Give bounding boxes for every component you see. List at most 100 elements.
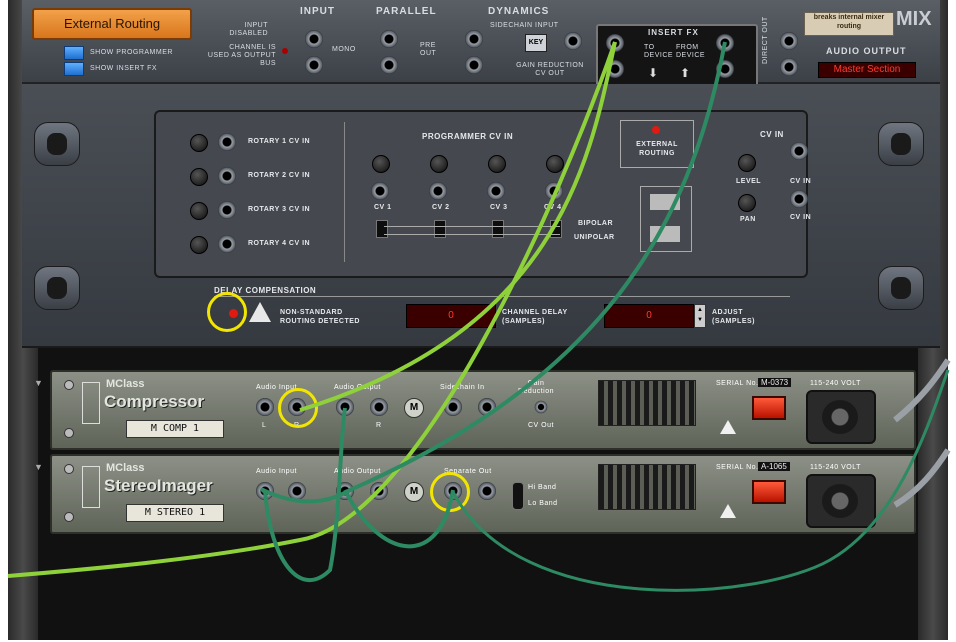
gain-reduction-cv-jack[interactable] — [564, 32, 582, 50]
cv-1-knob[interactable] — [372, 155, 390, 173]
device-title: StereoImager — [104, 476, 213, 495]
cv-2-label: CV 2 — [432, 204, 450, 211]
cv-4-jack[interactable] — [545, 182, 563, 200]
insert-from-device-l-jack[interactable] — [716, 34, 734, 52]
audio-output-r-jack[interactable] — [370, 398, 388, 416]
sidechain-in-label: Sidechain In — [440, 384, 485, 391]
adjust-spinner[interactable]: ▲ ▼ — [694, 304, 706, 328]
cv-4-knob[interactable] — [546, 155, 564, 173]
rack-handle — [878, 266, 924, 310]
vent-grille — [598, 464, 696, 510]
rotary-4-knob[interactable] — [190, 236, 208, 254]
audio-output-r-jack[interactable] — [370, 482, 388, 500]
device-icon — [82, 466, 100, 508]
direct-out-r-jack[interactable] — [780, 58, 798, 76]
pan-cv-label: CV IN — [790, 214, 812, 221]
cv-4-polarity-switch[interactable] — [550, 220, 562, 238]
cv-3-knob[interactable] — [488, 155, 506, 173]
input-header: INPUT — [300, 6, 335, 17]
vent-grille — [598, 380, 696, 426]
screw — [64, 512, 74, 522]
pan-knob[interactable] — [738, 194, 756, 212]
gain-reduction-label: Gain Reduction — [517, 380, 555, 395]
rotary-1-cv-jack[interactable] — [218, 133, 236, 151]
input-l-jack[interactable] — [305, 30, 323, 48]
pan-label: PAN — [740, 216, 756, 223]
cv-3-jack[interactable] — [487, 182, 505, 200]
from-device-label: FROM DEVICE — [676, 44, 706, 59]
cv-2-jack[interactable] — [429, 182, 447, 200]
highlight-circle — [278, 388, 318, 428]
audio-output-label: Audio Output — [334, 384, 381, 391]
cv-2-polarity-switch[interactable] — [434, 220, 446, 238]
unipolar-label: UNIPOLAR — [574, 234, 615, 241]
input-r-jack[interactable] — [305, 56, 323, 74]
insert-to-device-r-jack[interactable] — [606, 60, 624, 78]
cv-in-jack[interactable] — [790, 142, 808, 160]
cv-1-polarity-switch[interactable] — [376, 220, 388, 238]
pan-cv-jack[interactable] — [790, 190, 808, 208]
non-standard-routing-label: NON-STANDARD ROUTING DETECTED — [280, 309, 360, 325]
serial-label: SERIAL No. — [716, 464, 759, 471]
cv-2-knob[interactable] — [430, 155, 448, 173]
rotary-1-knob[interactable] — [190, 134, 208, 152]
sidechain-l-jack[interactable] — [465, 30, 483, 48]
adjust-display[interactable]: 0 — [604, 304, 694, 328]
breaks-routing-badge: breaks internal mixer routing — [804, 12, 894, 36]
insert-to-device-l-jack[interactable] — [606, 34, 624, 52]
audio-input-r-jack[interactable] — [288, 482, 306, 500]
device-brand: MClass — [106, 462, 145, 474]
channel-delay-display: 0 — [406, 304, 496, 328]
key-button[interactable]: KEY — [525, 34, 547, 52]
rotary-3-knob[interactable] — [190, 202, 208, 220]
arrow-down-icon: ⬇ — [648, 66, 659, 80]
show-programmer-label: SHOW PROGRAMMER — [90, 49, 173, 56]
separate-out-r-jack[interactable] — [478, 482, 496, 500]
fold-triangle-icon[interactable]: ▼ — [34, 462, 43, 472]
cv-out-jack[interactable] — [534, 400, 548, 414]
parallel-header: PARALLEL — [376, 6, 437, 17]
divider — [214, 296, 790, 297]
audio-output-l-jack[interactable] — [336, 482, 354, 500]
warning-icon — [720, 420, 736, 434]
sidechain-r-jack[interactable] — [478, 398, 496, 416]
rotary-2-cv-jack[interactable] — [218, 167, 236, 185]
rotary-4-cv-jack[interactable] — [218, 235, 236, 253]
fold-triangle-icon[interactable]: ▼ — [34, 378, 43, 388]
audio-output-label: AUDIO OUTPUT — [826, 46, 907, 56]
insert-from-device-r-jack[interactable] — [716, 60, 734, 78]
rack-handle — [34, 266, 80, 310]
external-routing-button[interactable]: External Routing — [32, 8, 192, 40]
mono-label: MONO — [332, 46, 356, 53]
audio-output-l-jack[interactable] — [336, 398, 354, 416]
mix-logo: MIX — [896, 8, 932, 30]
cv-3-polarity-switch[interactable] — [492, 220, 504, 238]
power-switch[interactable] — [752, 480, 786, 504]
power-switch[interactable] — [752, 396, 786, 420]
screw — [64, 380, 74, 390]
rack-handle — [34, 122, 80, 166]
channel-delay-label: CHANNEL DELAY (SAMPLES) — [502, 309, 568, 325]
band-select-switch[interactable] — [512, 482, 524, 510]
audio-output-display[interactable]: Master Section — [818, 62, 916, 78]
cv-1-label: CV 1 — [374, 204, 392, 211]
rotary-3-cv-jack[interactable] — [218, 201, 236, 219]
parallel-l-jack[interactable] — [380, 30, 398, 48]
device-name-plate[interactable]: M STEREO 1 — [126, 504, 224, 522]
dynamics-header: DYNAMICS — [488, 6, 550, 17]
level-knob[interactable] — [738, 154, 756, 172]
parallel-r-jack[interactable] — [380, 56, 398, 74]
show-programmer-toggle[interactable] — [64, 46, 84, 60]
cv-1-jack[interactable] — [371, 182, 389, 200]
show-insert-fx-toggle[interactable] — [64, 62, 84, 76]
direct-out-l-jack[interactable] — [780, 32, 798, 50]
rotary-2-knob[interactable] — [190, 168, 208, 186]
audio-input-l-jack[interactable] — [256, 398, 274, 416]
warning-icon — [249, 302, 271, 322]
unipolar-graph-icon — [650, 226, 680, 242]
sidechain-l-jack[interactable] — [444, 398, 462, 416]
sidechain-r-jack[interactable] — [465, 56, 483, 74]
cv-3-label: CV 3 — [490, 204, 508, 211]
device-name-plate[interactable]: M COMP 1 — [126, 420, 224, 438]
audio-input-l-jack[interactable] — [256, 482, 274, 500]
